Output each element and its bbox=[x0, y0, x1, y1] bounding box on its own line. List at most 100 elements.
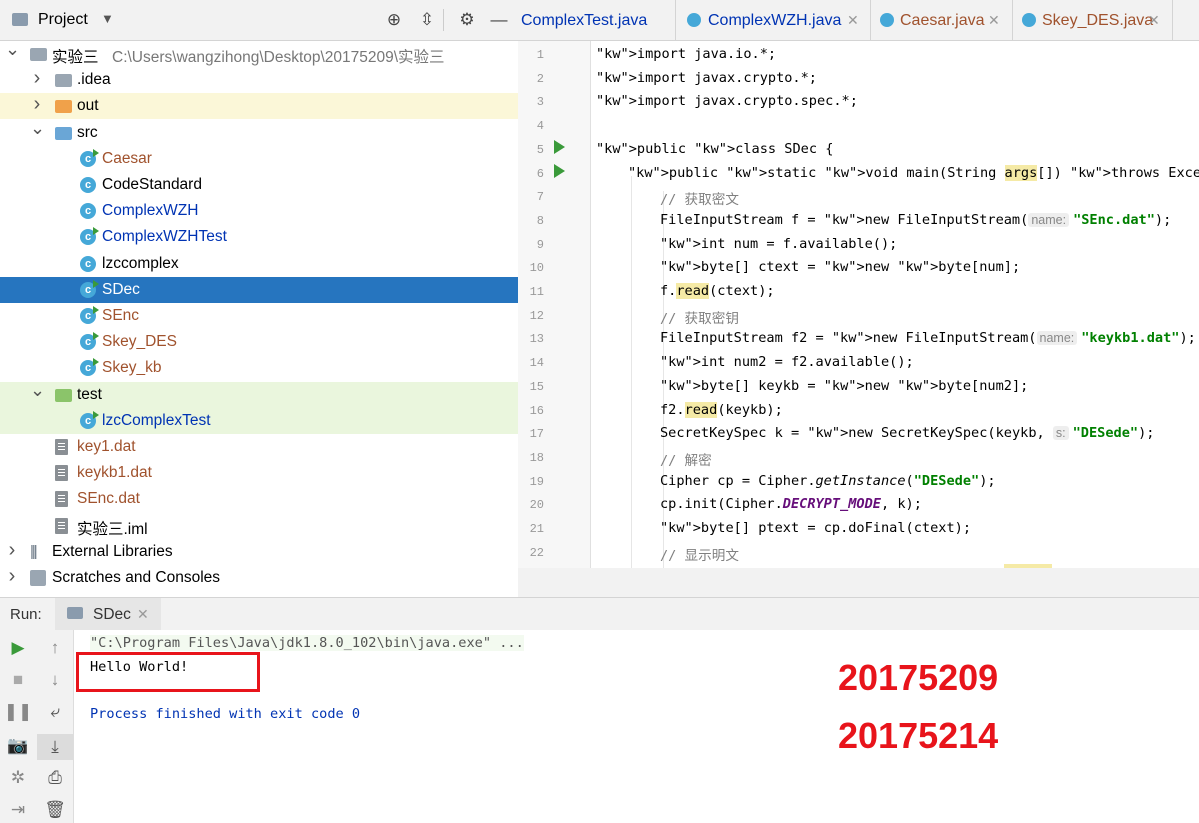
camera-icon[interactable]: 📷 bbox=[0, 736, 36, 756]
arrow-down-icon[interactable]: ↓ bbox=[37, 670, 73, 690]
class-icon: c bbox=[80, 203, 96, 220]
editor-tabs: ComplexTest.java ComplexWZH.java ✕ Caesa… bbox=[518, 0, 1199, 41]
collapse-all-icon[interactable]: ⇳ bbox=[417, 10, 437, 30]
line-number: 2 bbox=[536, 71, 544, 86]
class-icon: c bbox=[80, 227, 99, 246]
tab-skey-des[interactable]: Skey_DES.java ✕ bbox=[1012, 0, 1173, 40]
tree-item-17[interactable]: SEnc.dat bbox=[0, 486, 518, 513]
run-tab-sdec[interactable]: SDec ✕ bbox=[55, 598, 161, 630]
tree-item-6[interactable]: c ComplexWZH bbox=[0, 198, 518, 225]
tree-item-2[interactable]: › out bbox=[0, 93, 518, 120]
line-number: 21 bbox=[529, 522, 544, 536]
file-icon bbox=[55, 491, 68, 508]
tree-item-0[interactable]: ⌄ 实验三 C:\Users\wangzihong\Desktop\20175209… bbox=[0, 39, 518, 67]
run-main-icon[interactable] bbox=[554, 164, 565, 178]
project-title[interactable]: Project bbox=[38, 11, 88, 29]
exit-icon[interactable]: ⇥ bbox=[0, 800, 36, 820]
line-number: 17 bbox=[529, 427, 544, 442]
tree-item-7[interactable]: c ComplexWZHTest bbox=[0, 224, 518, 251]
tree-item-label: CodeStandard bbox=[102, 176, 202, 193]
tree-item-16[interactable]: keykb1.dat bbox=[0, 460, 518, 487]
code-line-16: f2.read(keykb); bbox=[660, 401, 783, 418]
tree-item-label: out bbox=[77, 97, 99, 115]
run-toolwindow-bar: Run: SDec ✕ bbox=[0, 597, 1199, 631]
tree-item-8[interactable]: c lzccomplex bbox=[0, 250, 518, 277]
tree-item-label: 实验三.iml bbox=[77, 520, 148, 538]
chevron-right-icon[interactable]: › bbox=[5, 565, 19, 588]
tree-item-9[interactable]: c SDec bbox=[0, 276, 518, 303]
run-class-icon[interactable] bbox=[554, 140, 565, 154]
print-icon[interactable]: ⎙ bbox=[37, 768, 73, 788]
rerun-icon[interactable]: ▶ bbox=[0, 638, 36, 658]
code-line-1: "kw">import java.io.*; bbox=[596, 46, 777, 62]
stop-icon[interactable]: ■ bbox=[0, 670, 36, 690]
tree-item-5[interactable]: c CodeStandard bbox=[0, 172, 518, 198]
minimize-icon[interactable]: — bbox=[489, 10, 509, 30]
line-number: 13 bbox=[529, 332, 544, 347]
tab-complexwzh[interactable]: ComplexWZH.java ✕ bbox=[675, 0, 871, 40]
chevron-down-icon[interactable]: ⌄ bbox=[30, 118, 45, 139]
chevron-down-icon[interactable]: ▼ bbox=[101, 11, 114, 26]
line-number: 1 bbox=[536, 48, 544, 62]
tree-item-12[interactable]: c Skey_kb bbox=[0, 355, 518, 382]
tree-item-label: 实验三 bbox=[52, 49, 99, 66]
tree-item-1[interactable]: › .idea bbox=[0, 67, 518, 94]
line-number: 8 bbox=[536, 213, 544, 228]
settings-icon[interactable]: ✲ bbox=[0, 768, 36, 788]
gear-icon[interactable]: ⚙ bbox=[457, 10, 477, 30]
tab-label: ComplexTest.java bbox=[521, 12, 648, 29]
line-number: 20 bbox=[529, 498, 544, 513]
locate-icon[interactable]: ⊕ bbox=[384, 10, 404, 30]
tab-complextest[interactable]: ComplexTest.java bbox=[518, 0, 676, 40]
tree-item-10[interactable]: c SEnc bbox=[0, 303, 518, 329]
project-panel: Project ▼ ⊕ ⇳ ⚙ — ⌄ 实验三 C:\Users\wangzihon… bbox=[0, 0, 518, 597]
tab-label: Skey_DES.java bbox=[1042, 12, 1154, 29]
tree-item-label: SEnc.dat bbox=[77, 490, 140, 508]
code-line-13: FileInputStream f2 = "kw">new FileInputS… bbox=[660, 330, 1196, 347]
line-number: 5 bbox=[536, 142, 544, 157]
chevron-right-icon[interactable]: › bbox=[30, 67, 44, 90]
soft-wrap-icon[interactable]: ⤶ bbox=[37, 702, 73, 722]
tree-item-14[interactable]: c lzcComplexTest bbox=[0, 407, 518, 434]
tree-item-label: SDec bbox=[102, 280, 140, 298]
tree-item-13[interactable]: ⌄ test bbox=[0, 380, 518, 408]
tree-item-label: src bbox=[77, 123, 98, 141]
line-number: 14 bbox=[529, 356, 544, 371]
chevron-down-icon[interactable]: ⌄ bbox=[5, 39, 20, 60]
tree-item-3[interactable]: ⌄ src bbox=[0, 118, 518, 146]
chevron-right-icon[interactable]: › bbox=[30, 93, 44, 116]
close-icon[interactable]: ✕ bbox=[847, 12, 859, 29]
tree-item-11[interactable]: c Skey_DES bbox=[0, 329, 518, 356]
editor-footer bbox=[518, 564, 1199, 597]
tree-item-20[interactable]: › Scratches and Consoles bbox=[0, 565, 518, 591]
code-line-21: "kw">byte[] ptext = cp.doFinal(ctext); bbox=[660, 520, 972, 536]
pause-icon[interactable]: ❚❚ bbox=[0, 702, 36, 722]
tree-item-18[interactable]: 实验三.iml bbox=[0, 512, 518, 539]
line-number: 3 bbox=[536, 95, 544, 110]
line-number: 18 bbox=[529, 450, 544, 465]
class-icon: c bbox=[80, 255, 96, 272]
close-icon[interactable]: ✕ bbox=[137, 606, 149, 623]
code-editor[interactable]: 1 2 3 4 5 6 7 8 9 10 11 12 13 14 15 16 17 18 19 20 21 22 "kw"… bbox=[518, 41, 1199, 568]
chevron-right-icon[interactable]: › bbox=[5, 539, 19, 562]
trash-icon[interactable]: 🗑 bbox=[37, 800, 73, 820]
scroll-to-end-icon[interactable]: ⤓ bbox=[37, 734, 73, 760]
tree-item-15[interactable]: key1.dat bbox=[0, 434, 518, 460]
line-number: 19 bbox=[529, 474, 544, 489]
chevron-down-icon[interactable]: ⌄ bbox=[30, 380, 45, 401]
arrow-up-icon[interactable]: ↑ bbox=[37, 638, 73, 658]
tree-item-19[interactable]: › ||| External Libraries bbox=[0, 538, 518, 565]
code-line-20: cp.init(Cipher.DECRYPT_MODE, k); bbox=[660, 496, 922, 513]
line-number: 12 bbox=[529, 308, 544, 323]
close-icon[interactable]: ✕ bbox=[1148, 12, 1160, 29]
code-line-10: "kw">byte[] ctext = "kw">new "kw">byte[n… bbox=[660, 259, 1021, 276]
tree-item-4[interactable]: c Caesar bbox=[0, 145, 518, 172]
libraries-icon: ||| bbox=[30, 542, 38, 560]
tree-item-label: SEnc bbox=[102, 307, 140, 324]
code-line-6: "kw">public "kw">static "kw">void main(S… bbox=[628, 164, 1199, 181]
tree-item-label: key1.dat bbox=[77, 438, 136, 455]
file-icon bbox=[55, 465, 68, 482]
tab-caesar[interactable]: Caesar.java ✕ bbox=[870, 0, 1013, 40]
close-icon[interactable]: ✕ bbox=[988, 12, 1000, 29]
tree-item-label: .idea bbox=[77, 71, 111, 89]
